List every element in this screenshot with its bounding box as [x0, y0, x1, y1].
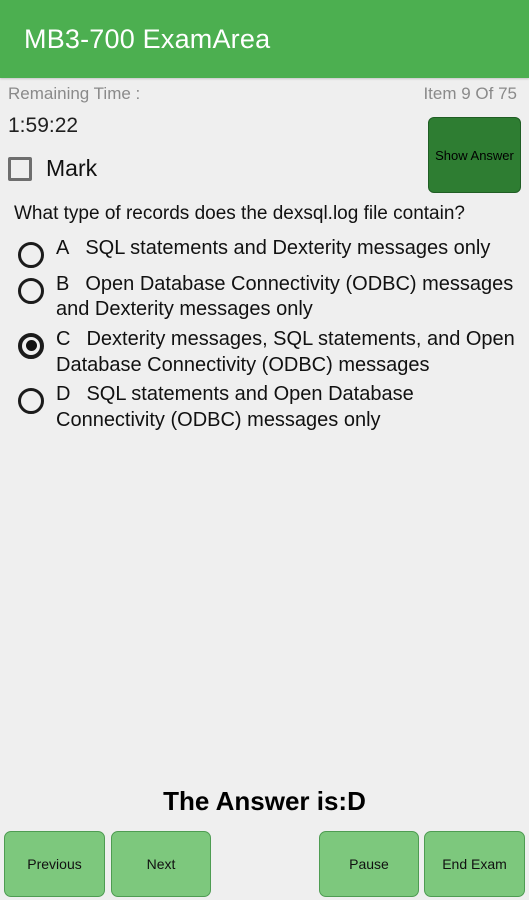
option-a-text: A SQL statements and Dexterity messages o… — [56, 236, 490, 262]
mark-label: Mark — [46, 155, 98, 181]
timer-mark-section: 1:59:22 Mark Show Answer — [0, 110, 529, 202]
end-exam-label: End Exam — [442, 856, 507, 872]
question-text: What type of records does the dexsql.log… — [14, 203, 465, 224]
next-label: Next — [146, 856, 176, 872]
radio-dot-c — [25, 340, 37, 352]
show-answer-button[interactable]: Show Answer — [428, 117, 521, 193]
option-c-letter: C — [56, 327, 71, 350]
option-d[interactable]: D SQL statements and Open Database Connec… — [0, 380, 529, 435]
option-c[interactable]: C Dexterity messages, SQL statements, and… — [0, 325, 529, 380]
app-bar: MB3-700 ExamArea — [0, 0, 529, 78]
option-a[interactable]: A SQL statements and Dexterity messages o… — [0, 234, 529, 270]
option-d-text: D SQL statements and Open Database Connec… — [56, 382, 519, 433]
option-c-body: Dexterity messages, SQL statements, and … — [56, 327, 515, 376]
options-list: A SQL statements and Dexterity messages o… — [0, 234, 529, 436]
item-counter: Item 9 Of 75 — [423, 84, 517, 103]
radio-icon-c[interactable] — [18, 332, 44, 359]
answer-reveal-text: The Answer is:D — [163, 786, 366, 816]
option-b-text: B Open Database Connectivity (ODBC) messa… — [56, 272, 519, 323]
radio-icon-d[interactable] — [18, 388, 44, 415]
option-b-body: Open Database Connectivity (ODBC) messag… — [56, 272, 514, 321]
app-title: MB3-700 ExamArea — [24, 23, 271, 54]
radio-dot-a — [26, 249, 37, 260]
previous-label: Previous — [27, 856, 82, 872]
option-d-body: SQL statements and Open Database Connect… — [56, 383, 414, 431]
option-b[interactable]: B Open Database Connectivity (ODBC) messa… — [0, 270, 529, 325]
option-a-letter: A — [56, 236, 70, 259]
mark-checkbox-row[interactable]: Mark — [8, 155, 97, 182]
radio-icon-b[interactable] — [18, 277, 44, 304]
option-a-body: SQL statements and Dexterity messages on… — [85, 236, 491, 259]
end-exam-button[interactable]: End Exam — [424, 831, 525, 897]
remaining-time-label: Remaining Time : — [8, 84, 141, 103]
mark-checkbox[interactable] — [8, 156, 32, 181]
pause-button[interactable]: Pause — [319, 831, 419, 897]
show-answer-label: Show Answer — [435, 147, 514, 163]
next-button[interactable]: Next — [111, 831, 211, 897]
bottom-navigation-bar: Previous Next Pause End Exam — [0, 828, 529, 900]
previous-button[interactable]: Previous — [4, 831, 105, 897]
option-d-letter: D — [56, 383, 71, 406]
radio-icon-a[interactable] — [18, 241, 44, 268]
timer-value: 1:59:22 — [8, 114, 79, 137]
radio-dot-b — [26, 285, 37, 296]
status-row: Remaining Time : Item 9 Of 75 — [0, 78, 529, 110]
radio-dot-d — [26, 396, 37, 407]
option-c-text: C Dexterity messages, SQL statements, and… — [56, 327, 519, 378]
pause-label: Pause — [349, 856, 389, 872]
option-b-letter: B — [56, 272, 70, 295]
